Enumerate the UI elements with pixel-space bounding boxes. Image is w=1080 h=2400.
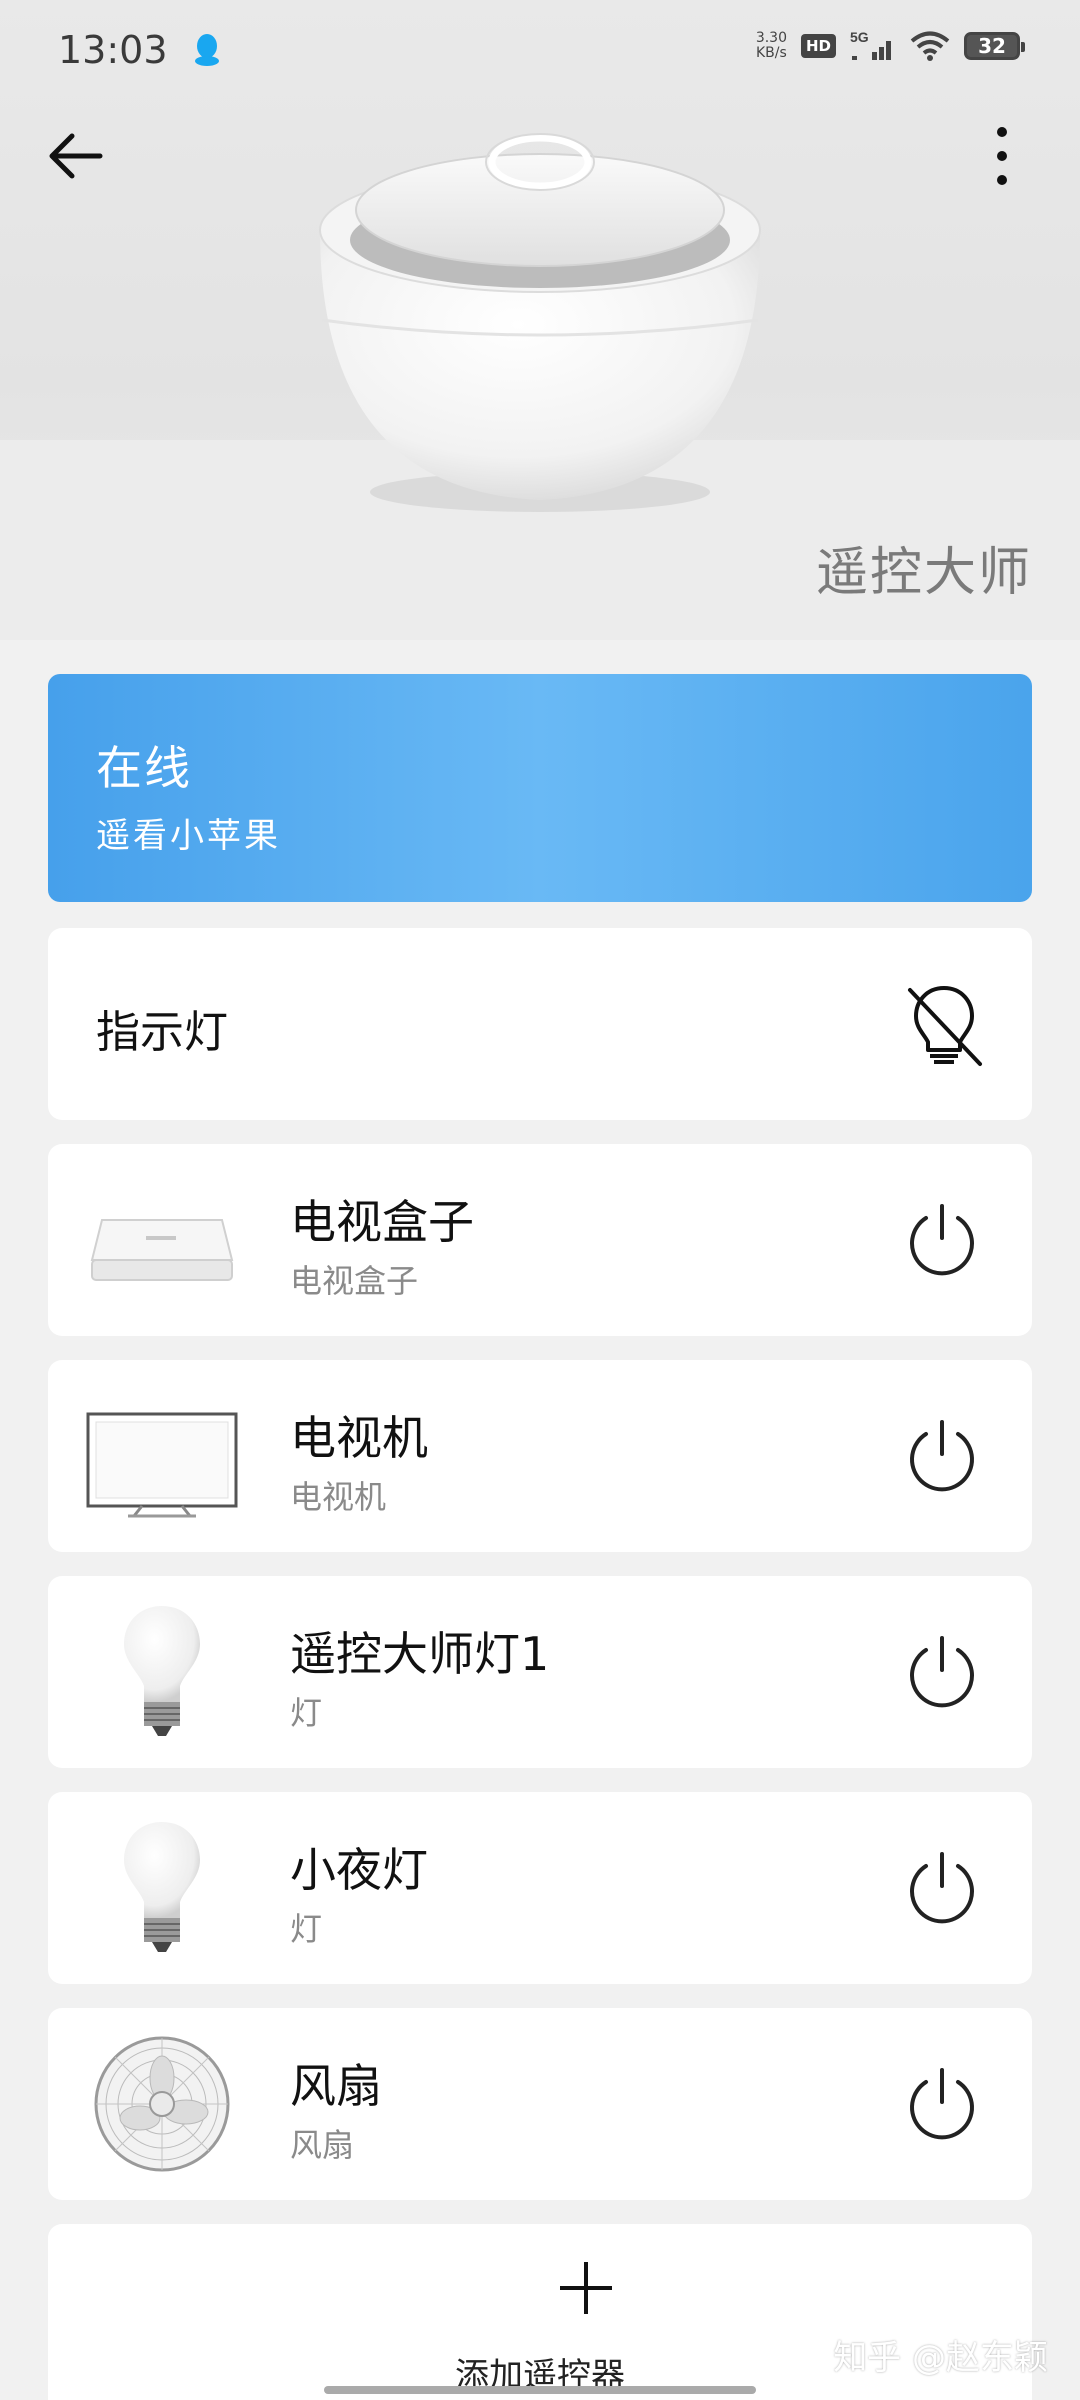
device-type: 灯 [290, 1694, 323, 1732]
device-card-fan[interactable]: 风扇 风扇 [48, 2008, 1032, 2200]
watermark: 知乎 @赵东颖 [833, 2338, 1048, 2378]
power-icon[interactable] [900, 1846, 984, 1930]
tv-box-icon [90, 1219, 234, 1281]
tv-icon [86, 1412, 238, 1518]
light-bulb-icon [124, 1822, 200, 1952]
app-title: 遥控大师 [815, 543, 1032, 603]
power-icon[interactable] [900, 1414, 984, 1498]
back-arrow-icon[interactable] [40, 120, 112, 192]
qq-icon [194, 34, 219, 66]
device-name: 遥控大师灯1 [290, 1627, 550, 1681]
device-card-night-light[interactable]: 小夜灯 灯 [48, 1792, 1032, 1984]
signal-icon: 5G [850, 30, 891, 60]
device-name: 电视机 [290, 1411, 428, 1465]
indicator-light-label: 指示灯 [96, 1007, 228, 1058]
status-bar: 13:03 3.30 KB/s HD 5G 32 [0, 0, 1080, 100]
device-card-tv[interactable]: 电视机 电视机 [48, 1360, 1032, 1552]
more-options-icon[interactable] [976, 118, 1028, 194]
device-card-tv-box[interactable]: 电视盒子 电视盒子 [48, 1144, 1032, 1336]
device-type: 电视机 [290, 1478, 387, 1516]
status-time: 13:03 [58, 28, 168, 72]
network-speed: 3.30 KB/s [755, 30, 787, 61]
remote-hub-device-image [319, 133, 761, 512]
device-type: 灯 [290, 1910, 323, 1948]
device-name: 电视盒子 [290, 1195, 474, 1249]
device-name: 小夜灯 [290, 1843, 428, 1897]
power-icon[interactable] [900, 2062, 984, 2146]
light-bulb-icon [124, 1606, 200, 1736]
power-icon[interactable] [900, 1198, 984, 1282]
plus-icon [560, 2262, 612, 2314]
hero-banner: 13:03 3.30 KB/s HD 5G 32 遥控大师 [0, 0, 1080, 640]
device-card-lamp-1[interactable]: 遥控大师灯1 灯 [48, 1576, 1032, 1768]
device-type: 风扇 [290, 2126, 355, 2164]
bulb-off-icon[interactable] [900, 980, 988, 1068]
hub-device-name: 遥看小苹果 [96, 816, 281, 856]
indicator-light-card[interactable]: 指示灯 [48, 928, 1032, 1120]
hd-badge: HD [800, 34, 836, 58]
battery-icon: 32 [964, 32, 1025, 60]
home-indicator[interactable] [324, 2386, 756, 2394]
power-icon[interactable] [900, 1630, 984, 1714]
device-name: 风扇 [290, 2059, 382, 2113]
connection-status-card[interactable]: 在线 遥看小苹果 [48, 674, 1032, 902]
svg-text:5G: 5G [850, 30, 869, 45]
connection-status: 在线 [96, 741, 192, 795]
device-type: 电视盒子 [290, 1262, 419, 1300]
wifi-icon [910, 31, 950, 61]
fan-icon [94, 2036, 230, 2172]
